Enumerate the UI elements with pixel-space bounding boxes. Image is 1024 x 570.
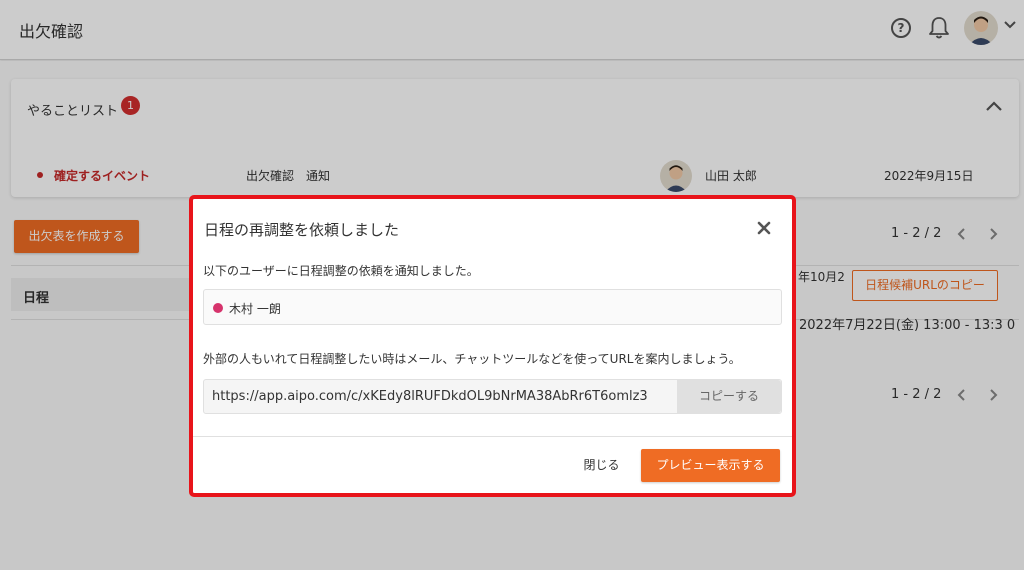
share-url-field: https://app.aipo.com/c/xKEdy8lRUFDkdOL9b… [203, 379, 782, 414]
dialog-message: 以下のユーザーに日程調整の依頼を通知しました。 [203, 264, 479, 278]
preview-button[interactable]: プレビュー表示する [641, 449, 780, 482]
notified-user-name: 木村 一朗 [229, 302, 281, 316]
copy-url-button[interactable]: コピーする [677, 380, 781, 413]
dialog-title: 日程の再調整を依頼しました [204, 221, 400, 239]
dialog-divider [193, 436, 792, 437]
notified-user-box: 木村 一朗 [203, 289, 782, 325]
close-button[interactable]: 閉じる [573, 449, 630, 482]
share-url-text[interactable]: https://app.aipo.com/c/xKEdy8lRUFDkdOL9b… [212, 389, 648, 404]
user-status-dot [213, 303, 223, 313]
close-icon[interactable] [757, 221, 771, 235]
reschedule-dialog: 日程の再調整を依頼しました 以下のユーザーに日程調整の依頼を通知しました。 木村… [193, 199, 792, 493]
external-guide-message: 外部の人もいれて日程調整したい時はメール、チャットツールなどを使ってURLを案内… [203, 352, 741, 366]
